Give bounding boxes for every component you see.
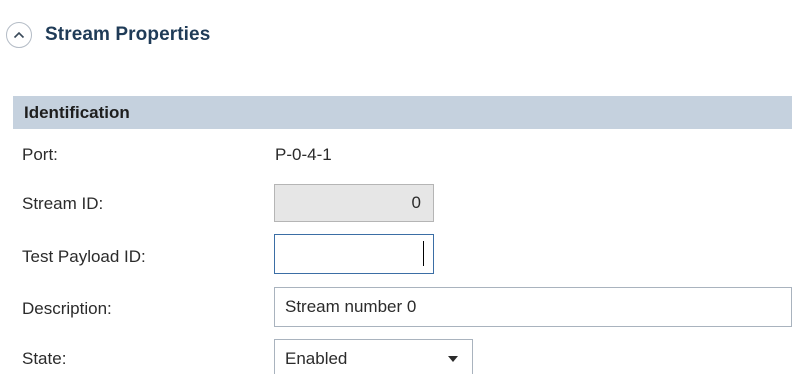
description-value: Stream number 0 xyxy=(285,297,417,316)
section-title: Stream Properties xyxy=(45,24,211,45)
port-value: P-0-4-1 xyxy=(275,145,332,164)
group-title: Identification xyxy=(24,102,130,122)
description-label: Description: xyxy=(22,299,112,318)
state-value: Enabled xyxy=(285,349,348,368)
stream-id-value: 0 xyxy=(411,193,421,212)
stream-id-label: Stream ID: xyxy=(22,194,104,213)
stream-id-field: 0 xyxy=(274,184,434,222)
chevron-up-icon xyxy=(13,31,25,39)
description-input[interactable]: Stream number 0 xyxy=(274,287,792,327)
dropdown-arrow-icon xyxy=(448,356,458,362)
group-header-identification[interactable]: Identification xyxy=(13,96,792,129)
section-header: Stream Properties xyxy=(6,20,210,50)
test-payload-id-input[interactable] xyxy=(274,234,434,274)
port-label: Port: xyxy=(22,145,58,164)
state-label: State: xyxy=(22,349,67,368)
stream-properties-panel: Stream Properties Identification Port: P… xyxy=(0,0,792,374)
collapse-toggle-button[interactable] xyxy=(6,22,32,48)
test-payload-id-label: Test Payload ID: xyxy=(22,247,146,266)
state-select[interactable]: Enabled xyxy=(274,339,473,374)
text-cursor xyxy=(423,241,424,266)
